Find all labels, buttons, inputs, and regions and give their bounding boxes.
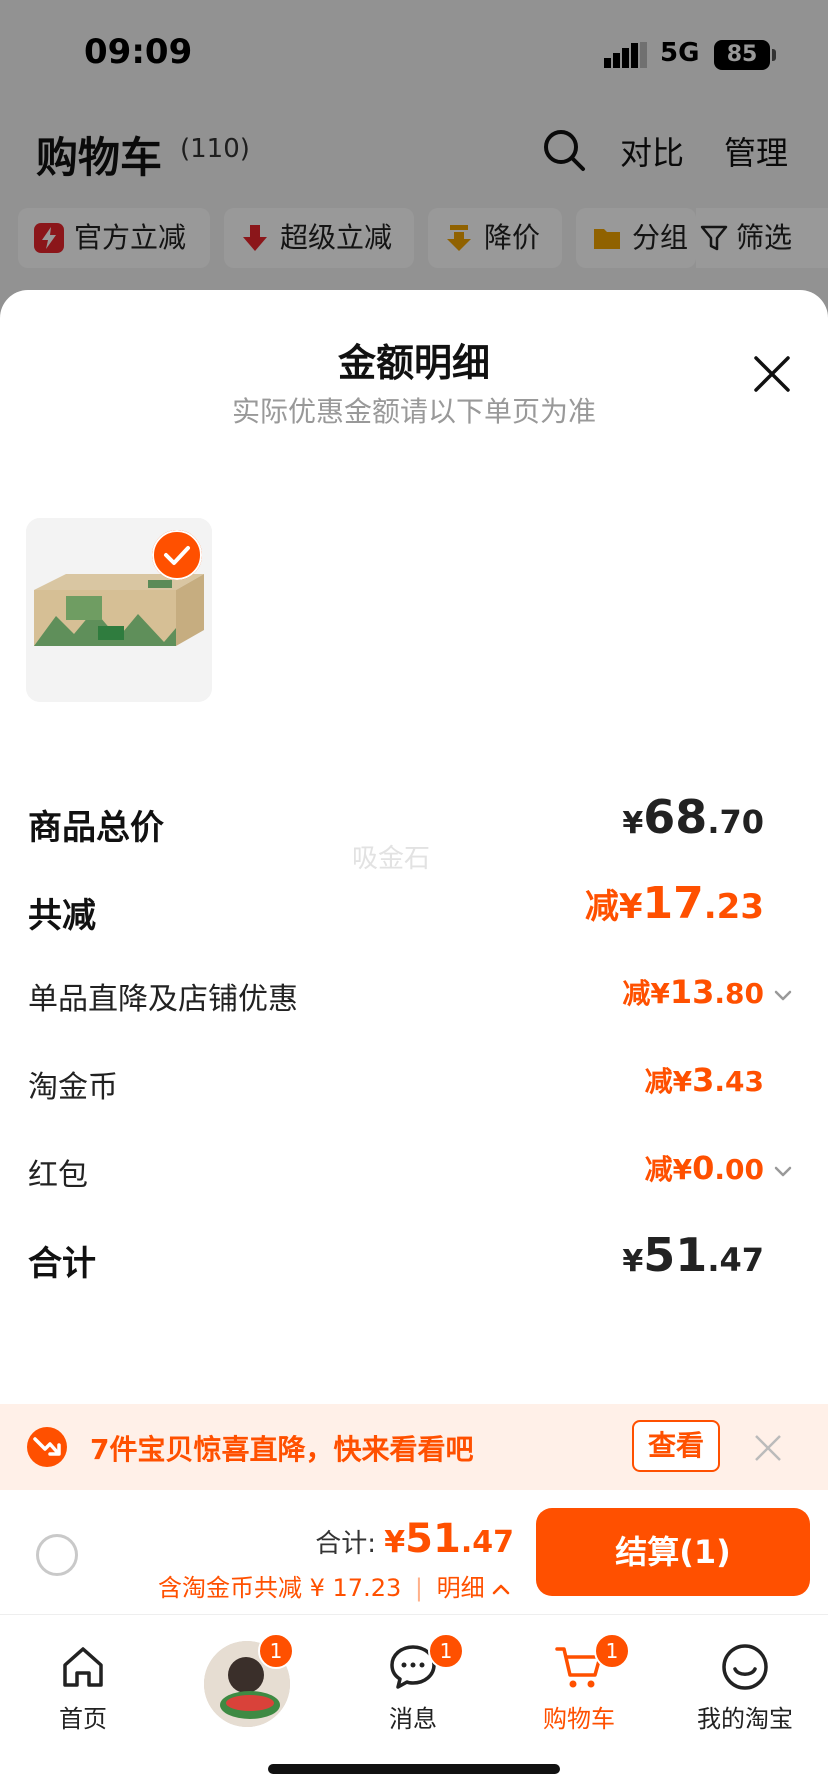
tab-cart[interactable]: 购物车 1 <box>504 1629 654 1734</box>
checkout-total-dec: .47 <box>460 1525 514 1560</box>
currency-symbol: ¥ <box>622 1244 644 1279</box>
red-packet-int: 0 <box>692 1149 715 1187</box>
tab-label: 消息 <box>389 1705 437 1733</box>
row-item-discount[interactable]: 单品直降及店铺优惠 减¥13.80 <box>0 966 828 1017</box>
selected-check-icon[interactable] <box>152 530 202 580</box>
total-discount-dec: .23 <box>703 887 764 927</box>
savings-line: 含淘金币共减 ¥ 17.23 | 明细 <box>158 1568 510 1603</box>
coins-value: 减¥3.43 <box>645 1060 764 1100</box>
row-subtotal: 商品总价 ¥68.70 <box>0 790 828 850</box>
currency-symbol: ¥ <box>622 806 644 841</box>
item-discount-int: 13 <box>669 973 715 1011</box>
red-packet-label: 红包 <box>28 1158 88 1193</box>
item-discount-label: 单品直降及店铺优惠 <box>28 982 298 1017</box>
item-discount-dec: .80 <box>714 977 764 1010</box>
total-discount-value: 减¥17.23 <box>585 878 764 929</box>
subtotal-value: ¥68.70 <box>622 790 764 844</box>
total-discount-label: 共减 <box>28 896 96 936</box>
row-coins: 淘金币 减¥3.43 <box>0 1054 828 1105</box>
total-label: 合计 <box>28 1244 96 1284</box>
tab-label: 我的淘宝 <box>697 1705 793 1733</box>
price-drop-icon <box>27 1427 67 1467</box>
savings-text: 含淘金币共减 ¥ 17.23 <box>158 1574 402 1602</box>
promo-view-button[interactable]: 查看 <box>632 1420 720 1472</box>
row-red-packet[interactable]: 红包 减¥0.00 <box>0 1142 828 1193</box>
coins-int: 3 <box>692 1061 715 1099</box>
sheet-subtitle: 实际优惠金额请以下单页为准 <box>231 395 596 428</box>
subtotal-label: 商品总价 <box>28 808 164 848</box>
subtotal-dec: .70 <box>707 803 764 841</box>
tab-home[interactable]: 首页 <box>8 1629 158 1734</box>
select-all-checkbox[interactable] <box>36 1534 78 1576</box>
notification-badge: 1 <box>594 1633 630 1669</box>
chevron-down-icon[interactable] <box>772 984 794 1006</box>
coins-label: 淘金币 <box>28 1070 118 1105</box>
sheet-title: 金额明细 <box>337 341 490 385</box>
red-packet-dec: .00 <box>714 1153 764 1186</box>
subtotal-int: 68 <box>643 790 708 844</box>
checkout-total-int: 51 <box>405 1516 461 1562</box>
promo-banner: 7件宝贝惊喜直降，快来看看吧 查看 <box>0 1404 828 1490</box>
tab-label: 购物车 <box>543 1705 615 1733</box>
total-dec: .47 <box>707 1241 764 1279</box>
detail-link[interactable]: 明细 <box>437 1574 485 1602</box>
close-icon[interactable] <box>754 1434 782 1462</box>
home-icon <box>63 1647 103 1687</box>
chevron-down-icon[interactable] <box>772 1160 794 1182</box>
tab-messages[interactable]: 消息 1 <box>338 1629 488 1734</box>
checkout-total-label: 合计: <box>315 1529 385 1559</box>
notification-badge: 1 <box>258 1633 294 1669</box>
discount-prefix: 减¥ <box>644 1065 693 1098</box>
divider: | <box>414 1574 423 1602</box>
chevron-up-icon[interactable] <box>492 1582 510 1596</box>
total-int: 51 <box>643 1228 708 1282</box>
total-discount-int: 17 <box>642 878 704 929</box>
discount-prefix: 减¥ <box>622 977 670 1010</box>
discount-prefix: 减¥ <box>584 887 643 927</box>
row-total-discount: 共减 减¥17.23 <box>0 878 828 938</box>
total-value: ¥51.47 <box>622 1228 764 1282</box>
red-packet-value: 减¥0.00 <box>645 1148 764 1188</box>
promo-text: 7件宝贝惊喜直降，快来看看吧 <box>90 1433 474 1466</box>
profile-icon <box>722 1644 768 1690</box>
discount-prefix: 减¥ <box>644 1153 693 1186</box>
tab-profile[interactable]: 我的淘宝 <box>670 1629 820 1734</box>
row-total: 合计 ¥51.47 <box>0 1226 828 1286</box>
tab-avatar[interactable]: 1 <box>172 1629 322 1727</box>
tab-label: 首页 <box>59 1705 107 1733</box>
checkout-bar: 合计: ¥51.47 含淘金币共减 ¥ 17.23 | 明细 结算(1) <box>0 1490 828 1614</box>
item-discount-value: 减¥13.80 <box>622 972 764 1012</box>
coins-dec: .43 <box>714 1065 764 1098</box>
close-icon[interactable] <box>752 354 792 394</box>
home-indicator <box>268 1764 560 1774</box>
checkout-total: 合计: ¥51.47 <box>315 1516 514 1562</box>
checkout-button[interactable]: 结算(1) <box>536 1508 810 1596</box>
currency-symbol: ¥ <box>384 1525 406 1560</box>
notification-badge: 1 <box>428 1633 464 1669</box>
